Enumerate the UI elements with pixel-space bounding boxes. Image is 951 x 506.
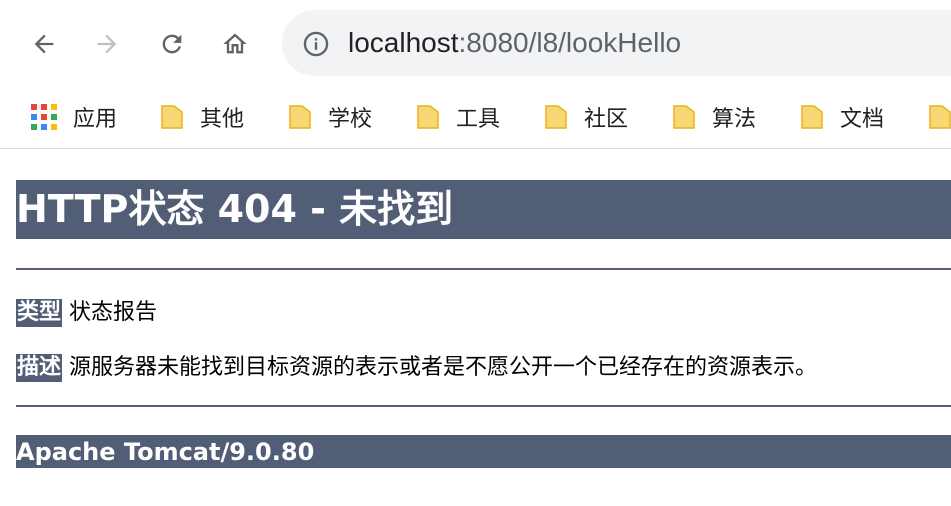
bookmark-label: 应用 bbox=[73, 107, 118, 132]
forward-arrow-icon bbox=[97, 34, 117, 54]
type-label: 类型 bbox=[16, 299, 63, 327]
folder-icon bbox=[417, 105, 439, 129]
bookmarks-bar: 应用 其他 学校 工具 社区 算法 文档 bbox=[0, 88, 951, 149]
bookmark-label: 学校 bbox=[328, 107, 373, 132]
description-label: 描述 bbox=[16, 354, 63, 382]
bookmark-folder-more[interactable] bbox=[928, 99, 951, 135]
type-row: 类型 状态报告 bbox=[16, 299, 157, 327]
bookmark-folder-algorithms[interactable]: 算法 bbox=[672, 99, 756, 135]
bookmark-apps[interactable]: 应用 bbox=[31, 99, 117, 135]
bookmark-label: 算法 bbox=[712, 107, 757, 132]
url-host: localhost bbox=[348, 27, 459, 58]
url-path: :8080/l8/lookHello bbox=[458, 27, 682, 58]
reload-icon bbox=[162, 34, 182, 54]
bookmark-folder-other[interactable]: 其他 bbox=[160, 99, 244, 135]
folder-icon bbox=[673, 105, 695, 129]
type-value: 状态报告 bbox=[69, 300, 158, 325]
bookmark-folder-tools[interactable]: 工具 bbox=[416, 99, 500, 135]
back-arrow-icon bbox=[34, 34, 54, 54]
server-info-bar: Apache Tomcat/9.0.80 bbox=[16, 435, 951, 468]
url-text[interactable]: localhost:8080/l8/lookHello bbox=[348, 25, 681, 61]
browser-toolbar: localhost:8080/l8/lookHello bbox=[0, 0, 951, 88]
page-content: HTTP状态 404 - 未找到 类型 状态报告 描述 源服务器未能找到目标资源… bbox=[0, 149, 951, 506]
description-value: 源服务器未能找到目标资源的表示或者是不愿公开一个已经存在的资源表示。 bbox=[69, 355, 818, 380]
folder-icon bbox=[801, 105, 823, 129]
back-button[interactable] bbox=[24, 24, 64, 64]
folder-icon bbox=[545, 105, 567, 129]
description-row: 描述 源服务器未能找到目标资源的表示或者是不愿公开一个已经存在的资源表示。 bbox=[16, 354, 817, 382]
home-button[interactable] bbox=[215, 24, 255, 64]
page-title: HTTP状态 404 - 未找到 bbox=[16, 187, 454, 231]
bookmark-folder-community[interactable]: 社区 bbox=[544, 99, 628, 135]
divider bbox=[16, 268, 951, 270]
bookmark-label: 社区 bbox=[584, 107, 629, 132]
bookmark-label: 文档 bbox=[840, 107, 885, 132]
bookmark-folder-school[interactable]: 学校 bbox=[288, 99, 372, 135]
reload-button[interactable] bbox=[152, 24, 192, 64]
home-icon bbox=[223, 33, 247, 54]
server-info: Apache Tomcat/9.0.80 bbox=[16, 438, 315, 466]
bookmark-label: 工具 bbox=[456, 107, 501, 132]
folder-icon bbox=[161, 105, 183, 129]
apps-grid-icon bbox=[31, 104, 57, 130]
folder-icon bbox=[929, 105, 951, 129]
forward-button[interactable] bbox=[87, 24, 127, 64]
error-title-bar: HTTP状态 404 - 未找到 bbox=[16, 180, 951, 239]
address-bar[interactable]: localhost:8080/l8/lookHello bbox=[282, 10, 951, 76]
folder-icon bbox=[289, 105, 311, 129]
bookmark-label: 其他 bbox=[200, 107, 245, 132]
divider bbox=[16, 405, 951, 407]
bookmark-folder-docs[interactable]: 文档 bbox=[800, 99, 884, 135]
site-info-icon[interactable] bbox=[302, 30, 330, 58]
